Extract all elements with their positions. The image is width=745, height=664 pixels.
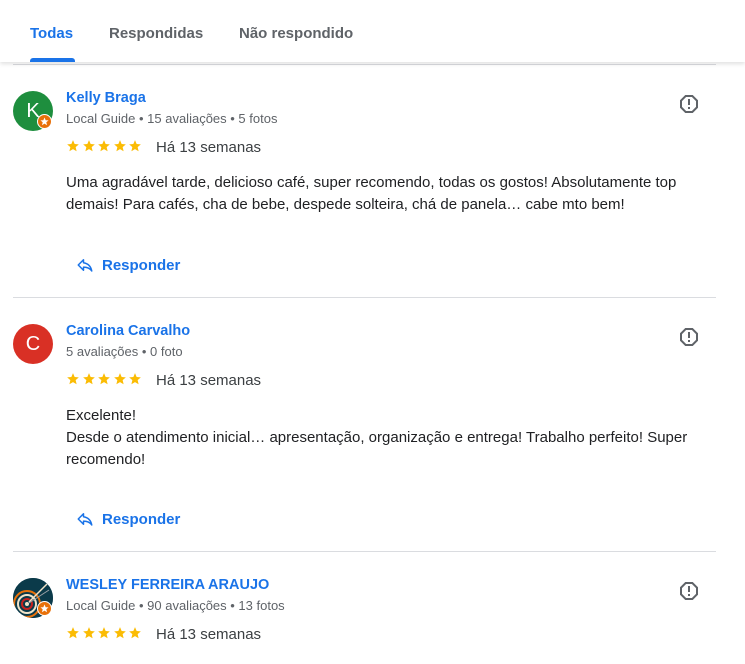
report-review-icon[interactable] — [677, 92, 701, 116]
star-icon — [82, 373, 95, 385]
review-date: Há 13 semanas — [156, 372, 262, 389]
reply-label: Responder — [102, 510, 181, 528]
star-icon — [98, 627, 110, 639]
reply-icon — [77, 513, 93, 526]
report-review-icon[interactable] — [677, 325, 701, 349]
star-rating — [66, 626, 142, 640]
reply-button[interactable]: Responder — [76, 254, 180, 276]
star-icon — [82, 627, 95, 639]
reply-label: Responder — [102, 256, 181, 274]
star-icon — [98, 140, 110, 152]
review-text-line: Desde o atendimento inicial… apresentaçã… — [66, 429, 688, 468]
divider — [13, 551, 716, 552]
tab-todas[interactable]: Todas — [30, 25, 73, 42]
star-icon — [98, 373, 110, 385]
star-icon — [82, 140, 95, 152]
star-icon — [129, 140, 141, 152]
review-text: Excelente! Desde o atendimento inicial… … — [66, 405, 720, 471]
reviewer-name[interactable]: WESLEY FERREIRA ARAUJO — [66, 577, 269, 593]
review-text: Uma agradável tarde, delicioso café, sup… — [66, 174, 677, 213]
divider — [13, 297, 716, 298]
divider — [13, 64, 716, 65]
avatar[interactable]: C — [13, 324, 53, 364]
star-icon — [67, 627, 79, 639]
review-filter-tabs: Todas Respondidas Não respondido — [0, 0, 745, 62]
star-icon — [113, 373, 126, 385]
reviewer-meta: 5 avaliações • 0 foto — [66, 344, 183, 359]
reply-icon — [77, 259, 93, 272]
star-rating — [66, 372, 142, 386]
local-guide-badge-icon — [37, 114, 52, 129]
reviewer-meta: Local Guide • 15 avaliações • 5 fotos — [66, 111, 278, 126]
star-icon — [67, 373, 79, 385]
reviewer-name[interactable]: Kelly Braga — [66, 90, 146, 106]
tab-nao-respondido[interactable]: Não respondido — [239, 25, 353, 42]
reviewer-meta: Local Guide • 90 avaliações • 13 fotos — [66, 598, 285, 613]
review-date: Há 13 semanas — [156, 139, 262, 156]
report-review-icon[interactable] — [677, 579, 701, 603]
star-icon — [129, 627, 141, 639]
star-icon — [113, 140, 126, 152]
star-icon — [67, 140, 79, 152]
review-date: Há 13 semanas — [156, 626, 262, 643]
active-tab-indicator — [30, 58, 75, 62]
tab-respondidas[interactable]: Respondidas — [109, 25, 203, 42]
reply-button[interactable]: Responder — [76, 508, 180, 530]
avatar-letter: C — [25, 332, 41, 355]
star-icon — [113, 627, 126, 639]
local-guide-badge-icon — [37, 601, 52, 616]
star-rating — [66, 139, 142, 153]
review-text-line: Excelente! — [66, 407, 137, 424]
star-icon — [129, 373, 141, 385]
reviewer-name[interactable]: Carolina Carvalho — [66, 323, 190, 339]
